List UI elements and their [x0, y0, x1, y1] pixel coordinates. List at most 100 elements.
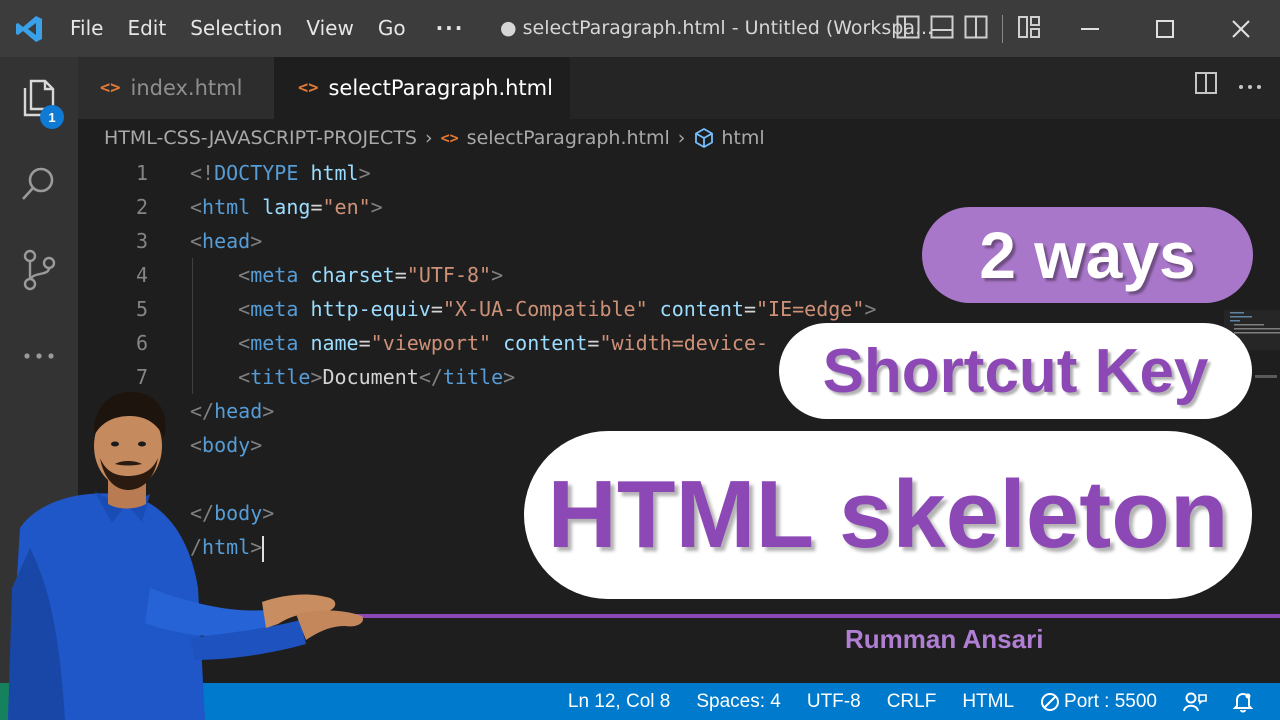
editor-actions — [1194, 71, 1262, 99]
source-control-icon — [23, 249, 56, 291]
close-icon — [1232, 19, 1250, 38]
code-token: title — [250, 365, 311, 389]
code-token: "IE=edge" — [756, 297, 865, 321]
code-text: <!DOCTYPE html> — [190, 156, 371, 190]
explorer-badge: 1 — [40, 105, 64, 129]
code-text: <head> — [190, 224, 262, 258]
banner-two-ways: 2 ways — [922, 207, 1253, 303]
code-line[interactable]: 1 <!DOCTYPE html> — [78, 156, 1178, 190]
line-number: 4 — [135, 263, 148, 287]
html-file-icon: <> — [440, 129, 459, 147]
toggle-secondary-sidebar-icon[interactable] — [964, 14, 988, 44]
status-eol[interactable]: CRLF — [874, 691, 950, 713]
author-name: Rumman Ansari — [845, 624, 1044, 654]
line-number: 6 — [135, 331, 148, 355]
code-text: <meta name="viewport" content="width=dev… — [190, 326, 768, 360]
status-encoding[interactable]: UTF-8 — [794, 691, 874, 713]
code-token: name — [310, 331, 359, 355]
vscode-logo-icon[interactable] — [0, 0, 58, 57]
activity-search[interactable] — [0, 149, 78, 219]
line-number: 3 — [135, 229, 148, 253]
code-token: content — [503, 331, 588, 355]
code-token: > — [503, 365, 516, 389]
code-token: = — [587, 331, 600, 355]
code-token: DOCTYPE — [214, 161, 299, 185]
breadcrumb-file[interactable]: selectParagraph.html — [467, 127, 670, 149]
banner-shortcut-key: Shortcut Key — [779, 323, 1252, 419]
code-token: meta — [250, 331, 299, 355]
breadcrumb: HTML-CSS-JAVASCRIPT-PROJECTS › <> select… — [104, 124, 765, 152]
code-token: > — [250, 229, 263, 253]
chevron-right-icon: › — [677, 127, 686, 149]
code-token: html — [202, 195, 251, 219]
editor-tab-bar: <> index.html <> selectParagraph.html — [78, 57, 1280, 119]
symbol-element-icon — [695, 127, 714, 149]
code-token: Document — [322, 365, 419, 389]
html-file-icon: <> — [100, 78, 121, 98]
code-token: > — [310, 365, 323, 389]
status-notifications[interactable] — [1220, 691, 1266, 713]
code-token: > — [370, 195, 383, 219]
code-token: = — [310, 195, 323, 219]
code-token: < — [190, 229, 203, 253]
status-language[interactable]: HTML — [949, 691, 1027, 713]
menu-edit[interactable]: Edit — [115, 0, 178, 57]
bell-icon — [1233, 692, 1253, 712]
search-icon — [22, 167, 54, 200]
code-token: meta — [250, 263, 299, 287]
menu-selection[interactable]: Selection — [178, 0, 294, 57]
menu-view[interactable]: View — [294, 0, 365, 57]
code-token: head — [202, 229, 251, 253]
status-live-server[interactable]: Port : 5500 — [1027, 691, 1170, 713]
scrollbar-marker[interactable] — [1255, 375, 1277, 378]
activity-source-control[interactable] — [0, 235, 78, 305]
code-token: = — [394, 263, 407, 287]
code-token: content — [659, 297, 744, 321]
code-text: <meta http-equiv="X-UA-Compatible" conte… — [190, 292, 876, 326]
toggle-primary-sidebar-icon[interactable] — [896, 14, 920, 44]
breadcrumb-symbol[interactable]: html — [721, 127, 764, 149]
title-bar: File Edit Selection View Go ··· ● select… — [0, 0, 1280, 57]
code-token: "en" — [322, 195, 371, 219]
status-cursor-position[interactable]: Ln 12, Col 8 — [555, 691, 683, 713]
code-token: </ — [418, 365, 443, 389]
code-token: charset — [310, 263, 395, 287]
menu-file[interactable]: File — [58, 0, 115, 57]
activity-explorer[interactable]: 1 — [0, 63, 78, 133]
maximize-button[interactable] — [1127, 0, 1203, 57]
toggle-panel-icon[interactable] — [930, 14, 954, 44]
minimize-button[interactable] — [1052, 0, 1128, 57]
code-token: > — [491, 263, 504, 287]
tab-select-paragraph-html[interactable]: <> selectParagraph.html — [274, 57, 570, 119]
code-text: <meta charset="UTF-8"> — [190, 258, 503, 292]
code-token: http-equiv — [310, 297, 431, 321]
code-token: < — [238, 297, 251, 321]
status-indentation[interactable]: Spaces: 4 — [683, 691, 794, 713]
code-token: lang — [262, 195, 311, 219]
status-feedback[interactable] — [1170, 691, 1220, 713]
maximize-icon — [1156, 19, 1174, 38]
code-token: < — [190, 195, 203, 219]
code-token: "viewport" — [370, 331, 492, 355]
menu-more[interactable]: ··· — [418, 0, 483, 57]
line-number: 1 — [135, 161, 148, 185]
menu-bar: File Edit Selection View Go ··· — [58, 0, 482, 57]
split-editor-icon[interactable] — [1194, 71, 1218, 99]
editor-more-icon[interactable] — [1238, 76, 1262, 95]
line-number: 2 — [135, 195, 148, 219]
menu-go[interactable]: Go — [366, 0, 418, 57]
close-window-button[interactable] — [1203, 0, 1279, 57]
breadcrumb-folder[interactable]: HTML-CSS-JAVASCRIPT-PROJECTS — [104, 127, 417, 149]
code-token: = — [430, 297, 443, 321]
activity-more[interactable] — [0, 321, 78, 391]
tab-index-html[interactable]: <> index.html — [78, 57, 274, 119]
tab-label: index.html — [130, 76, 243, 100]
customize-layout-icon[interactable] — [1017, 14, 1041, 44]
feedback-person-icon — [1183, 692, 1207, 711]
